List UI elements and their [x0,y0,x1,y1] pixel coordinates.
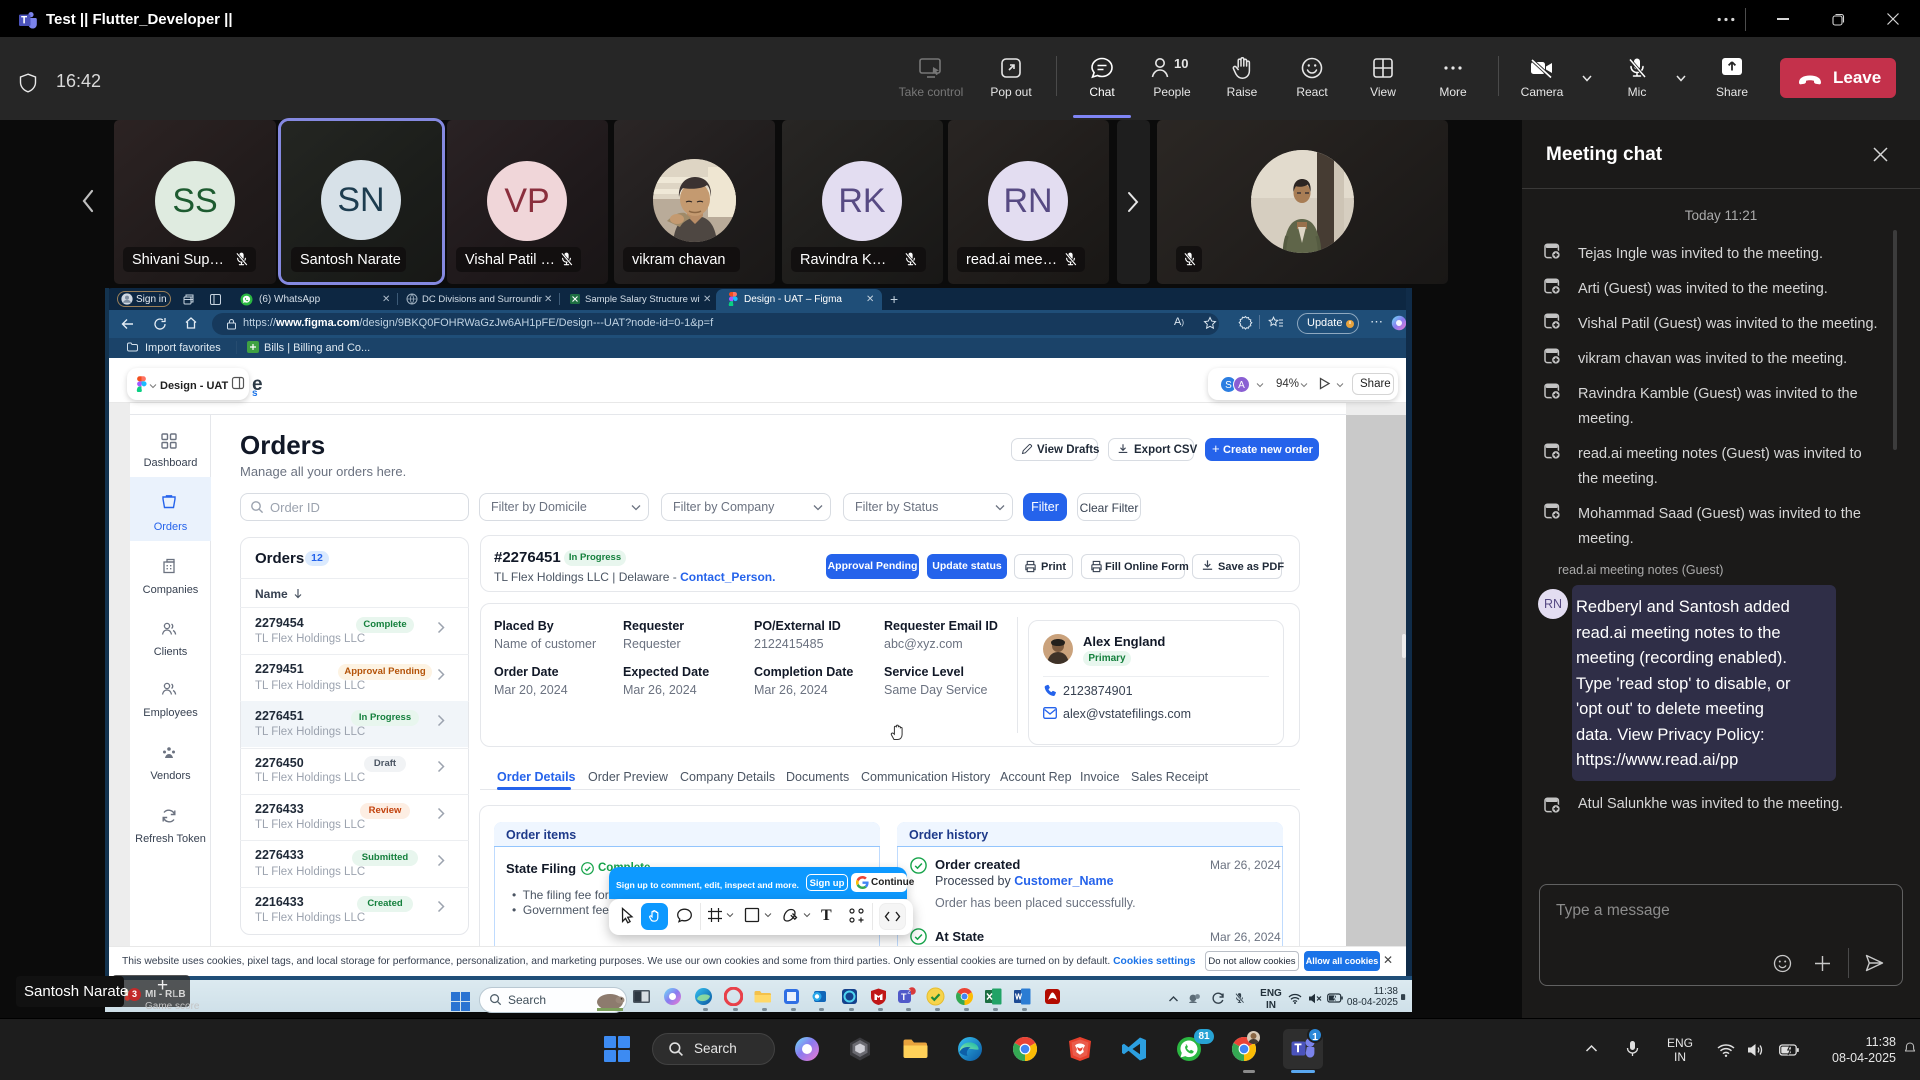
svg-text:T: T [901,992,907,1002]
svg-text:10: 10 [1174,56,1188,71]
